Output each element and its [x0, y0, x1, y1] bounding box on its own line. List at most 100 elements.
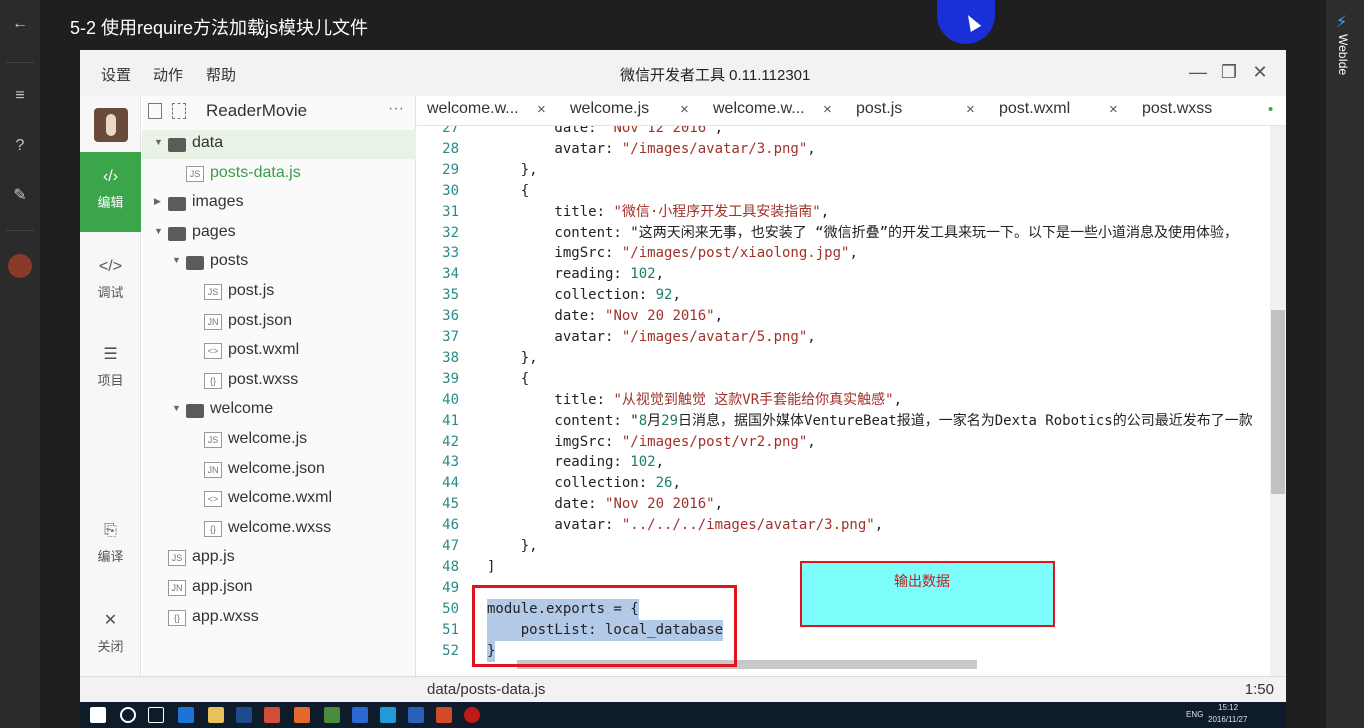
clock-date: 2016/11/27 — [1208, 715, 1248, 724]
rail-project[interactable]: ☰ 项目 — [80, 330, 141, 410]
chevron-down-icon[interactable]: ▼ — [154, 226, 163, 236]
tree-file[interactable]: {} welcome.wxss — [142, 515, 416, 544]
editor-tab[interactable]: post.wxss • — [1132, 96, 1275, 126]
windows-start-icon[interactable] — [90, 707, 106, 723]
tab-close-icon[interactable]: × — [823, 101, 832, 118]
tree-file[interactable]: <> welcome.wxml — [142, 485, 416, 514]
close-window-icon[interactable]: ✕ — [1250, 62, 1270, 82]
powerpoint-icon[interactable] — [436, 707, 452, 723]
code-line: 47 }, — [417, 536, 1286, 557]
line-number: 34 — [442, 266, 459, 283]
editor-tab[interactable]: welcome.w... × — [417, 96, 560, 126]
rail-compile[interactable]: ⎘ 编译 — [80, 506, 141, 586]
status-bar: data/posts-data.js 1:50 — [417, 676, 1286, 702]
tree-item-label: post.json — [228, 311, 293, 329]
code-text: date: "Nov 12 2016", — [487, 126, 724, 136]
chevron-down-icon[interactable]: ▼ — [172, 403, 181, 413]
help-icon[interactable]: ? — [8, 134, 32, 158]
tab-close-icon[interactable]: × — [537, 101, 546, 118]
tab-label: welcome.js — [570, 100, 650, 117]
unsaved-dot-icon[interactable]: • — [1268, 101, 1273, 118]
player-left-bar: ← ≡ ? ✎ — [0, 0, 40, 728]
code-text: title: "微信·小程序开发工具安装指南", — [487, 203, 830, 220]
line-number: 39 — [442, 370, 459, 387]
rail-close[interactable]: ✕ 关闭 — [80, 596, 141, 676]
code-line: 37 avatar: "/images/avatar/5.png", — [417, 327, 1286, 348]
code-text: content: "这两天闲来无事，也安装了 “微信折叠”的开发工具来玩一下。以… — [487, 224, 1239, 241]
tree-file[interactable]: JN post.json — [142, 308, 416, 337]
code-text: title: "从视觉到触觉 这款VR手套能给你真实触感", — [487, 391, 903, 408]
restore-icon[interactable]: ❐ — [1219, 62, 1239, 82]
editor-tab[interactable]: post.wxml × — [989, 96, 1132, 126]
back-arrow-icon[interactable]: ← — [8, 12, 32, 36]
tree-file[interactable]: <> post.wxml — [142, 337, 416, 366]
vscode-icon[interactable] — [380, 707, 396, 723]
rail-debug[interactable]: </> 调试 — [80, 242, 141, 322]
minimize-icon[interactable]: — — [1188, 62, 1208, 82]
menu-actions[interactable]: 动作 — [153, 64, 183, 85]
menu-icon[interactable]: ≡ — [8, 84, 32, 108]
word-icon[interactable] — [408, 707, 424, 723]
tree-folder[interactable]: ▼ welcome — [142, 396, 416, 425]
tab-close-icon[interactable]: × — [1109, 101, 1118, 118]
recorder-icon[interactable] — [464, 707, 480, 723]
search-icon[interactable] — [120, 707, 136, 723]
editor-tab[interactable]: post.js × — [846, 96, 989, 126]
tree-file[interactable]: {} app.wxss — [142, 604, 416, 633]
tree-file[interactable]: JN welcome.json — [142, 456, 416, 485]
js-file-icon: JS — [168, 550, 186, 567]
explorer-icon[interactable] — [208, 707, 224, 723]
tree-file[interactable]: JN app.json — [142, 574, 416, 603]
menu-settings[interactable]: 设置 — [101, 64, 131, 85]
editor-tab[interactable]: welcome.w... × — [703, 96, 846, 126]
app-icon[interactable] — [324, 707, 340, 723]
tree-file[interactable]: JS app.js — [142, 544, 416, 573]
tree-folder[interactable]: ▼ posts — [142, 248, 416, 277]
code-line: 33 imgSrc: "/images/post/xiaolong.jpg", — [417, 243, 1286, 264]
folder-icon — [168, 226, 186, 241]
edge-icon[interactable] — [178, 707, 194, 723]
editor-tabs: welcome.w... × welcome.js × welcome.w... × pos… — [417, 96, 1286, 126]
tree-file[interactable]: JS post.js — [142, 278, 416, 307]
pen-icon[interactable]: ✎ — [8, 184, 32, 208]
tree-folder[interactable]: ▼ data — [142, 130, 416, 159]
photoshop-icon[interactable] — [236, 707, 252, 723]
chevron-right-icon[interactable]: ▶ — [154, 196, 161, 207]
tree-folder[interactable]: ▼ pages — [142, 219, 416, 248]
tab-close-icon[interactable]: × — [680, 101, 689, 118]
list-icon: ☰ — [103, 346, 118, 363]
tab-close-icon[interactable]: × — [966, 101, 975, 118]
code-text: imgSrc: "/images/post/vr2.png", — [487, 433, 816, 450]
tree-file[interactable]: JS posts-data.js — [142, 160, 416, 189]
avatar-icon[interactable] — [8, 254, 32, 278]
tree-file[interactable]: {} post.wxss — [142, 367, 416, 396]
task-view-icon[interactable] — [148, 707, 164, 723]
chevron-down-icon[interactable]: ▼ — [172, 255, 181, 265]
tree-item-label: welcome.js — [228, 430, 308, 447]
menu-help[interactable]: 帮助 — [206, 64, 236, 85]
app-icon[interactable] — [294, 707, 310, 723]
phone-icon[interactable] — [148, 103, 162, 119]
code-line: 35 collection: 92, — [417, 285, 1286, 306]
tree-folder[interactable]: ▶ images — [142, 189, 416, 218]
screen: ← ≡ ? ✎ 5-2 使用require方法加载js模块儿文件 ⚡ WebId… — [0, 0, 1364, 728]
chevron-down-icon[interactable]: ▼ — [154, 137, 163, 147]
file-path: data/posts-data.js — [427, 681, 546, 698]
webide-icon[interactable]: ⚡ — [1336, 12, 1347, 32]
language-indicator[interactable]: ENG — [1186, 710, 1203, 719]
tree-view-icon[interactable] — [172, 103, 186, 119]
chrome-icon[interactable] — [264, 707, 280, 723]
editor-tab[interactable]: welcome.js × — [560, 96, 703, 126]
tree-file[interactable]: JS welcome.js — [142, 426, 416, 455]
scrollbar-thumb[interactable] — [1271, 310, 1285, 494]
code-line: 32 content: "这两天闲来无事，也安装了 “微信折叠”的开发工具来玩一… — [417, 223, 1286, 244]
more-icon[interactable]: ··· — [388, 100, 404, 118]
app-icon[interactable] — [352, 707, 368, 723]
wxss-file-icon: {} — [204, 520, 222, 537]
code-text: avatar: "/images/avatar/5.png", — [487, 329, 816, 345]
folder-icon — [168, 138, 186, 152]
code-line: 41 content: "8月29日消息，据国外媒体VentureBeat报道，… — [417, 411, 1286, 432]
status-bar-left — [80, 676, 417, 702]
code-line: 42 imgSrc: "/images/post/vr2.png", — [417, 432, 1286, 453]
rail-edit[interactable]: ‹/› 编辑 — [80, 152, 141, 232]
